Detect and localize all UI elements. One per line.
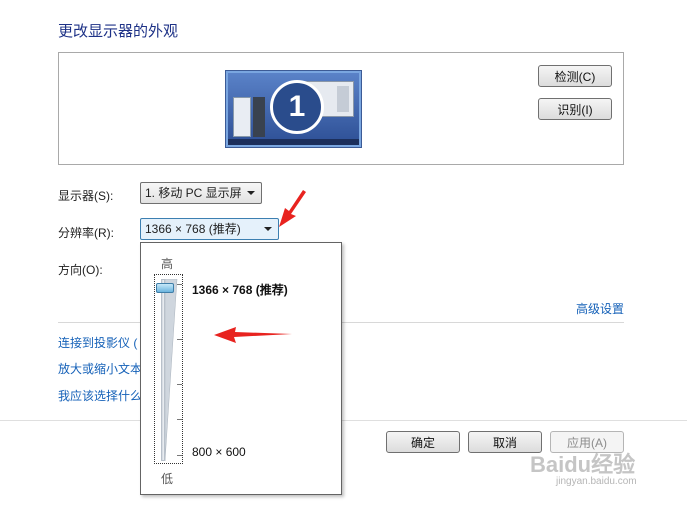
- red-arrow-icon: [279, 190, 306, 227]
- red-arrow-icon: [214, 327, 292, 343]
- annotation-arrows: [214, 190, 306, 343]
- watermark-logo: Baidu经验: [530, 452, 636, 477]
- watermark-url: jingyan.baidu.com: [556, 476, 637, 487]
